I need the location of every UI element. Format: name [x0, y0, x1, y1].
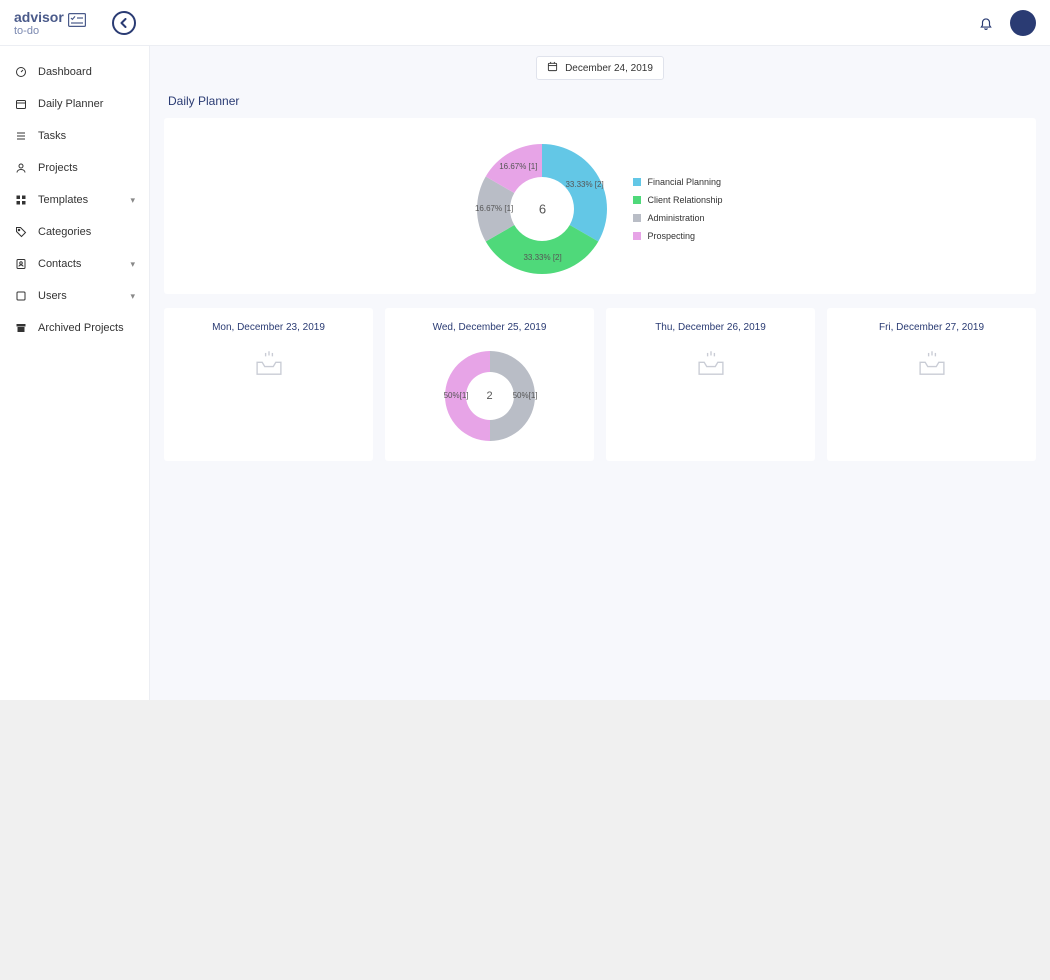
chevron-down-icon: ▾	[130, 195, 135, 206]
legend-swatch	[633, 196, 641, 204]
empty-inbox-icon	[915, 351, 949, 382]
main-donut-chart: 6 33.33% [2] 33.33% [2] 16.67% [1] 16.67% […	[477, 144, 607, 274]
checklist-icon	[68, 13, 86, 32]
empty-inbox-icon	[252, 351, 286, 382]
legend-swatch	[633, 232, 641, 240]
sidebar-item-label: Users	[38, 290, 120, 302]
donut-wrap: 6 33.33% [2] 33.33% [2] 16.67% [1] 16.67% […	[477, 144, 722, 274]
legend-label: Financial Planning	[647, 177, 721, 187]
legend-swatch	[633, 214, 641, 222]
legend-label: Administration	[647, 213, 704, 223]
brand-sub: to-do	[14, 25, 64, 37]
day-card-title: Mon, December 23, 2019	[212, 322, 325, 333]
sidebar-item-label: Tasks	[38, 130, 135, 142]
sidebar-item-daily-planner[interactable]: Daily Planner	[0, 88, 149, 120]
tag-icon	[14, 225, 28, 239]
sidebar-item-label: Projects	[38, 162, 135, 174]
notifications-button[interactable]	[976, 13, 996, 33]
back-button[interactable]	[112, 11, 136, 35]
topbar: advisor to-do	[0, 0, 1050, 46]
topbar-left: advisor to-do	[14, 9, 136, 37]
sidebar-item-projects[interactable]: Projects	[0, 152, 149, 184]
date-row: December 24, 2019	[150, 46, 1050, 86]
slice-label: 50%[1]	[444, 391, 469, 400]
day-card[interactable]: Wed, December 25, 2019 2 50%[1] 50%[1]	[385, 308, 594, 461]
sidebar-item-label: Archived Projects	[38, 322, 135, 334]
body: Dashboard Daily Planner Tasks Projects Templ…	[0, 46, 1050, 700]
contacts-icon	[14, 257, 28, 271]
slice-label: 50%[1]	[513, 391, 538, 400]
legend-item[interactable]: Prospecting	[633, 231, 722, 241]
legend-label: Client Relationship	[647, 195, 722, 205]
sidebar-item-tasks[interactable]: Tasks	[0, 120, 149, 152]
chevron-down-icon: ▾	[130, 291, 135, 302]
sidebar-item-categories[interactable]: Categories	[0, 216, 149, 248]
day-card[interactable]: Fri, December 27, 2019	[827, 308, 1036, 461]
sidebar-item-label: Contacts	[38, 258, 120, 270]
sidebar-item-label: Templates	[38, 194, 120, 206]
day-card[interactable]: Mon, December 23, 2019	[164, 308, 373, 461]
day-card-title: Fri, December 27, 2019	[879, 322, 984, 333]
legend: Financial Planning Client Relationship Adm…	[633, 177, 722, 241]
calendar-icon	[547, 61, 558, 75]
topbar-right	[976, 10, 1036, 36]
gauge-icon	[14, 65, 28, 79]
main-chart-card: 6 33.33% [2] 33.33% [2] 16.67% [1] 16.67% […	[164, 118, 1036, 294]
sidebar-item-label: Daily Planner	[38, 98, 135, 110]
section-title: Daily Planner	[150, 86, 1050, 118]
brand-main: advisor	[14, 9, 64, 25]
day-card[interactable]: Thu, December 26, 2019	[606, 308, 815, 461]
grid-icon	[14, 193, 28, 207]
slice-label: 33.33% [2]	[565, 180, 603, 189]
slice-label: 33.33% [2]	[523, 253, 561, 262]
app-root: advisor to-do	[0, 0, 1050, 700]
slice-label: 16.67% [1]	[475, 204, 513, 213]
sidebar-item-archived-projects[interactable]: Archived Projects	[0, 312, 149, 344]
sidebar-item-users[interactable]: Users ▾	[0, 280, 149, 312]
chevron-down-icon: ▾	[130, 259, 135, 270]
brand-logo[interactable]: advisor to-do	[14, 9, 86, 37]
sidebar-item-label: Dashboard	[38, 66, 135, 78]
legend-label: Prospecting	[647, 231, 695, 241]
box-icon	[14, 289, 28, 303]
legend-item[interactable]: Client Relationship	[633, 195, 722, 205]
user-icon	[14, 161, 28, 175]
sidebar-item-contacts[interactable]: Contacts ▾	[0, 248, 149, 280]
empty-inbox-icon	[694, 351, 728, 382]
legend-swatch	[633, 178, 641, 186]
sidebar-item-label: Categories	[38, 226, 135, 238]
legend-item[interactable]: Administration	[633, 213, 722, 223]
sidebar-item-dashboard[interactable]: Dashboard	[0, 56, 149, 88]
archive-icon	[14, 321, 28, 335]
slice-label: 16.67% [1]	[499, 162, 537, 171]
mini-donut-chart: 2 50%[1] 50%[1]	[445, 351, 535, 441]
calendar-icon	[14, 97, 28, 111]
day-card-title: Wed, December 25, 2019	[433, 322, 547, 333]
day-cards-row: Mon, December 23, 2019 Wed, December 25, …	[150, 308, 1050, 475]
sidebar-item-templates[interactable]: Templates ▾	[0, 184, 149, 216]
date-picker[interactable]: December 24, 2019	[536, 56, 664, 80]
avatar[interactable]	[1010, 10, 1036, 36]
sidebar: Dashboard Daily Planner Tasks Projects Templ…	[0, 46, 150, 700]
content: December 24, 2019 Daily Planner 6 33.33%…	[150, 46, 1050, 700]
list-icon	[14, 129, 28, 143]
legend-item[interactable]: Financial Planning	[633, 177, 722, 187]
date-picker-value: December 24, 2019	[565, 63, 653, 74]
mini-donut-total: 2	[486, 390, 492, 402]
day-card-title: Thu, December 26, 2019	[655, 322, 766, 333]
main-donut-total: 6	[539, 202, 546, 217]
